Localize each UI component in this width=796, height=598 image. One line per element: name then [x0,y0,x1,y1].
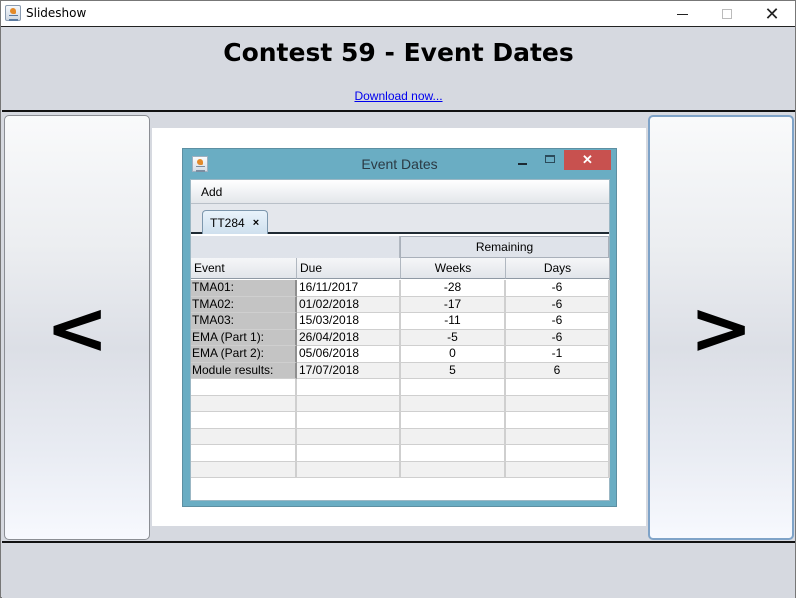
cell-weeks [401,428,506,445]
cell-weeks [401,445,506,462]
cell-weeks: -28 [401,280,506,297]
table-row [191,461,611,478]
window-title: Slideshow [26,6,87,20]
cell-due: 01/02/2018 [297,296,401,313]
cell-weeks: -11 [401,313,506,330]
cell-event: Module results: [191,362,297,379]
inner-maximize-icon [545,155,555,163]
cell-due: 15/03/2018 [297,313,401,330]
column-header-days: Days [506,258,610,279]
cell-due: 05/06/2018 [297,346,401,363]
cell-due [297,445,401,462]
java-app-icon [5,5,21,21]
cell-days: -6 [506,313,610,330]
table-row [191,412,611,429]
cell-days [506,428,610,445]
table-row [191,445,611,462]
close-icon: ✕ [764,3,780,25]
table-row: Module results: 17/07/2018 5 6 [191,362,611,379]
title-bar: Slideshow ✕ [1,1,795,27]
column-header-event: Event [191,258,297,279]
cell-event: TMA03: [191,313,297,330]
cell-event [191,412,297,429]
menu-bar: Add [191,180,609,204]
previous-slide-button[interactable]: < [4,115,150,540]
minimize-icon [676,13,688,15]
inner-close-icon: ✕ [564,150,611,170]
chevron-right-icon: > [689,285,753,370]
column-header-due: Due [297,258,401,279]
tab-strip: TT284 × [191,204,609,234]
tab-close-icon: × [252,216,260,229]
cell-days: -6 [506,296,610,313]
cell-event [191,379,297,396]
cell-event [191,428,297,445]
cell-due [297,461,401,478]
chevron-left-icon: < [45,285,109,370]
table-row: EMA (Part 1): 26/04/2018 -5 -6 [191,329,611,346]
cell-days [506,379,610,396]
cell-days: -1 [506,346,610,363]
cell-days [506,461,610,478]
cell-due: 16/11/2017 [297,280,401,297]
cell-event [191,445,297,462]
close-button[interactable]: ✕ [749,1,795,27]
cell-event: EMA (Part 1): [191,329,297,346]
cell-weeks [401,461,506,478]
table-row [191,428,611,445]
cell-event: EMA (Part 2): [191,346,297,363]
event-dates-window-screenshot: Event Dates ✕ Add TT284 × Remaining Even… [182,148,617,507]
table-header-row: Event Due Weeks Days [191,258,611,279]
table-body: TMA01: 16/11/2017 -28 -6 TMA02: 01/02/2018 -17… [191,280,611,478]
maximize-icon [722,9,732,19]
minimize-button[interactable] [659,1,705,27]
group-header-blank [191,236,400,258]
cell-days: -6 [506,280,610,297]
header-panel: Contest 59 - Event Dates Download now... [2,28,795,112]
page-title: Contest 59 - Event Dates [223,38,574,67]
maximize-button[interactable] [704,1,750,27]
table-group-header-row: Remaining [191,236,611,258]
inner-minimize-icon [518,163,527,165]
cell-weeks: -5 [401,329,506,346]
cell-weeks [401,395,506,412]
inner-title-bar: Event Dates ✕ [183,149,616,179]
column-header-weeks: Weeks [401,258,506,279]
cell-event: TMA02: [191,296,297,313]
cell-due: 17/07/2018 [297,362,401,379]
cell-weeks: 0 [401,346,506,363]
cell-weeks: 5 [401,362,506,379]
cell-days [506,445,610,462]
cell-due [297,428,401,445]
table-row: TMA01: 16/11/2017 -28 -6 [191,280,611,297]
menu-add: Add [201,185,223,199]
footer-panel [2,541,795,598]
cell-due [297,412,401,429]
tab-tt284: TT284 × [202,210,269,234]
table-row [191,379,611,396]
cell-days [506,395,610,412]
cell-event: TMA01: [191,280,297,297]
next-slide-button[interactable]: > [648,115,794,540]
cell-weeks [401,379,506,396]
table-row: EMA (Part 2): 05/06/2018 0 -1 [191,346,611,363]
inner-window-body: Add TT284 × Remaining Event Due Weeks Da… [190,179,610,501]
download-link[interactable]: Download now... [354,89,442,103]
cell-event [191,461,297,478]
cell-weeks: -17 [401,296,506,313]
cell-due: 26/04/2018 [297,329,401,346]
cell-days [506,412,610,429]
table-row: TMA02: 01/02/2018 -17 -6 [191,296,611,313]
cell-days: 6 [506,362,610,379]
cell-days: -6 [506,329,610,346]
tab-label: TT284 [210,215,245,230]
cell-weeks [401,412,506,429]
cell-due [297,395,401,412]
cell-event [191,395,297,412]
group-header-remaining: Remaining [400,236,609,258]
cell-due [297,379,401,396]
table-row: TMA03: 15/03/2018 -11 -6 [191,313,611,330]
table-row [191,395,611,412]
slideshow-window: Slideshow ✕ Contest 59 - Event Dates Dow… [0,0,796,598]
